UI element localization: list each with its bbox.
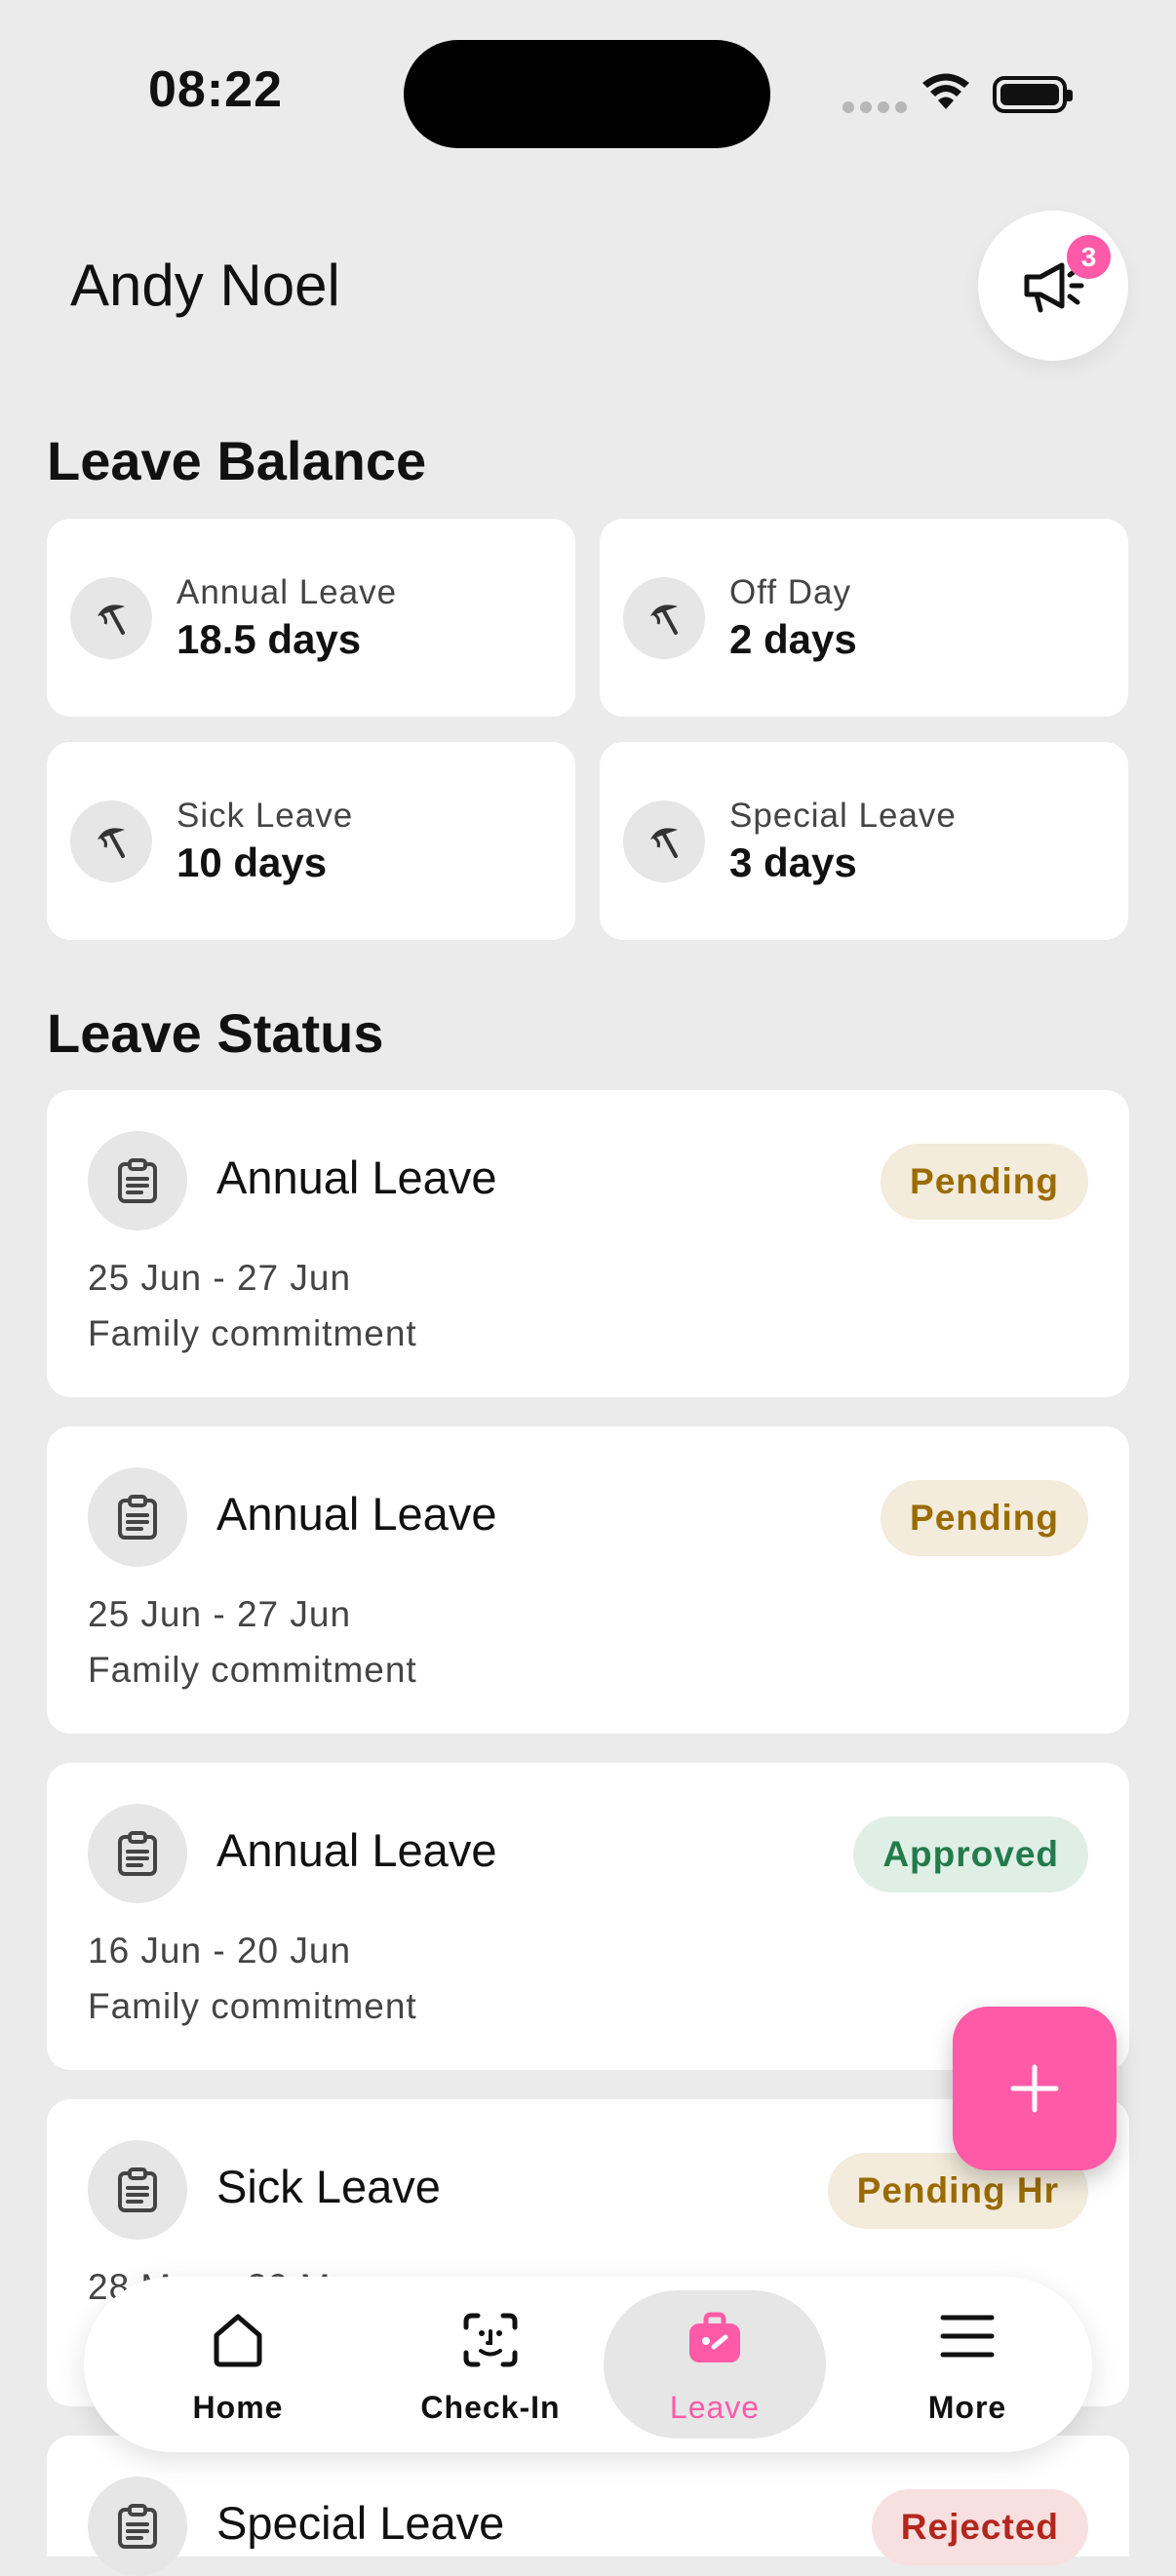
nav-item-home[interactable]: Home <box>127 2277 349 2452</box>
balance-card-special[interactable]: Special Leave 3 days <box>600 742 1128 940</box>
balance-value: 18.5 days <box>176 616 362 662</box>
leave-type: Annual Leave <box>216 1824 497 1876</box>
leave-request-card[interactable]: Special Leave Rejected <box>47 2436 1129 2576</box>
clipboard-icon <box>88 2140 187 2240</box>
umbrella-icon <box>623 800 705 882</box>
leave-reason: Family commitment <box>88 1313 417 1353</box>
wifi-icon <box>922 73 969 109</box>
leave-dates: 16 Jun - 20 Jun <box>88 1931 352 1971</box>
nav-label: Leave <box>669 2390 761 2425</box>
balance-label: Off Day <box>729 573 852 611</box>
leave-type: Special Leave <box>216 2497 505 2549</box>
nav-label: Check-In <box>420 2390 561 2425</box>
balance-card-sick[interactable]: Sick Leave 10 days <box>47 742 575 940</box>
notification-badge: 3 <box>1067 235 1111 279</box>
status-badge: Rejected <box>871 2489 1088 2565</box>
umbrella-icon <box>70 800 152 882</box>
umbrella-icon <box>623 577 705 659</box>
leave-type: Annual Leave <box>216 1151 497 1203</box>
leave-type: Sick Leave <box>216 2161 441 2212</box>
face-scan-icon <box>463 2313 518 2367</box>
nav-item-more[interactable]: More <box>856 2277 1078 2452</box>
leave-type: Annual Leave <box>216 1488 497 1540</box>
leave-reason: Family commitment <box>88 1650 417 1690</box>
nav-label: More <box>927 2390 1007 2425</box>
clipboard-icon <box>88 1467 187 1567</box>
umbrella-icon <box>70 577 152 659</box>
balance-card-annual[interactable]: Annual Leave 18.5 days <box>47 519 575 717</box>
balance-value: 2 days <box>729 616 857 662</box>
leave-status-title: Leave Status <box>47 1002 384 1064</box>
nav-label: Home <box>192 2390 284 2425</box>
balance-label: Special Leave <box>729 797 957 835</box>
battery-icon <box>993 76 1073 113</box>
balance-label: Sick Leave <box>176 797 354 835</box>
nav-item-check-in[interactable]: Check-In <box>379 2277 602 2452</box>
balance-value: 3 days <box>729 839 857 885</box>
nav-item-leave[interactable]: Leave <box>604 2277 826 2452</box>
balance-card-off-day[interactable]: Off Day 2 days <box>600 519 1128 717</box>
user-name: Andy Noel <box>70 253 340 318</box>
leave-request-card[interactable]: Annual Leave Pending 25 Jun - 27 Jun Fam… <box>47 1426 1129 1734</box>
bag-icon <box>689 2312 740 2362</box>
status-badge: Pending <box>881 1480 1088 1556</box>
signal-dots-icon <box>843 101 907 113</box>
clipboard-icon <box>88 2477 187 2576</box>
status-badge: Pending <box>881 1144 1088 1220</box>
balance-value: 10 days <box>176 839 328 885</box>
leave-balance-title: Leave Balance <box>47 430 427 491</box>
leave-reason: Family commitment <box>88 1986 417 2026</box>
add-leave-button[interactable] <box>953 2007 1117 2170</box>
leave-dates: 25 Jun - 27 Jun <box>88 1594 352 1634</box>
plus-icon <box>1010 2064 1059 2113</box>
menu-icon <box>940 2315 995 2358</box>
clipboard-icon <box>88 1131 187 1230</box>
leave-dates: 25 Jun - 27 Jun <box>88 1258 352 1298</box>
announcement-button[interactable]: 3 <box>978 211 1128 361</box>
balance-label: Annual Leave <box>176 573 398 611</box>
leave-request-card[interactable]: Annual Leave Pending 25 Jun - 27 Jun Fam… <box>47 1090 1129 1397</box>
status-badge: Approved <box>853 1816 1088 1893</box>
bottom-nav: Home Check-In Leave More <box>84 2277 1092 2452</box>
status-time: 08:22 <box>148 61 283 118</box>
dynamic-island <box>404 40 770 148</box>
home-icon <box>214 2314 262 2367</box>
clipboard-icon <box>88 1804 187 1903</box>
